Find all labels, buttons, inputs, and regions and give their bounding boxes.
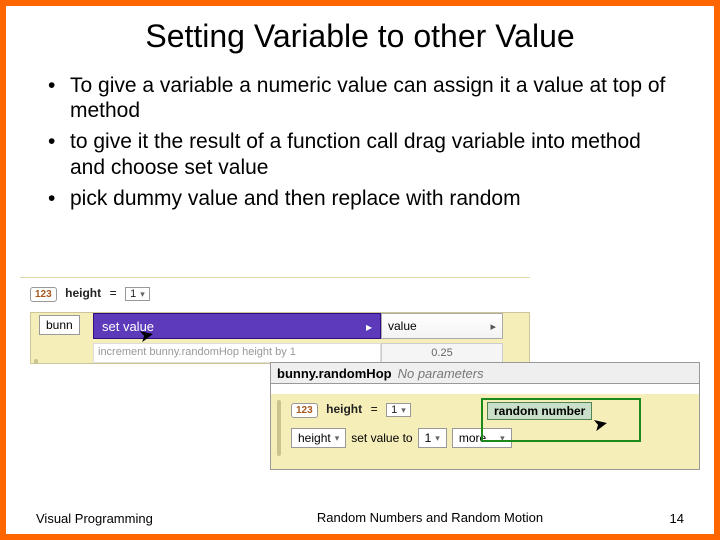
equals-sign: = — [371, 402, 378, 416]
header-stripe — [270, 384, 700, 394]
bunny-tile-partial[interactable]: bunn — [39, 315, 80, 335]
variable-name: height — [326, 402, 362, 416]
bullet-item: to give it the result of a function call… — [42, 129, 678, 179]
variable-name: height — [65, 286, 101, 300]
set-value-row: height▾ set value to 1▾ more...▾ — [291, 428, 512, 448]
chevron-down-icon: ▾ — [435, 433, 440, 444]
chevron-down-icon: ▾ — [401, 405, 406, 416]
screenshots-area: 123 height = 1▾ bunn set value ▸ ➤ value… — [20, 266, 700, 476]
footer-left: Visual Programming — [36, 511, 236, 526]
slide-title: Setting Variable to other Value — [6, 18, 714, 55]
number-option[interactable]: 0.25 — [381, 343, 503, 363]
variable-declaration-row: 123 height = 1▾ — [291, 400, 411, 418]
context-menu-set-value[interactable]: set value ▸ — [93, 313, 381, 339]
submenu-label: value — [388, 319, 417, 333]
method-name: bunny.randomHop — [277, 366, 392, 381]
chevron-down-icon: ▾ — [335, 433, 340, 444]
block-bar — [277, 400, 281, 456]
menu-item-label: set value — [102, 319, 154, 334]
method-body: bunn set value ▸ ➤ value ▸ increment bun… — [30, 312, 530, 364]
chevron-down-icon: ▾ — [140, 289, 145, 300]
height-tile[interactable]: height▾ — [291, 428, 346, 448]
slide-footer: Visual Programming Random Numbers and Ra… — [6, 511, 714, 526]
submenu-arrow-icon: ▸ — [366, 320, 372, 334]
variable-declaration-row: 123 height = 1▾ — [30, 284, 150, 306]
footer-center: Random Numbers and Random Motion — [236, 511, 624, 526]
method-body: 123 height = 1▾ height▾ set value to 1▾ … — [270, 394, 700, 470]
slide-frame: Setting Variable to other Value To give … — [0, 0, 720, 540]
bullet-list: To give a variable a numeric value can a… — [42, 73, 678, 211]
page-number: 14 — [624, 511, 684, 526]
bullet-item: pick dummy value and then replace with r… — [42, 186, 678, 211]
random-number-tile[interactable]: random number — [487, 402, 592, 420]
method-header: bunny.randomHop No parameters — [270, 362, 700, 384]
value-dropdown[interactable]: 1▾ — [125, 287, 150, 301]
hidden-row: increment bunny.randomHop height by 1 — [93, 343, 381, 363]
editor-snippet-left: 123 height = 1▾ bunn set value ▸ ➤ value… — [20, 266, 530, 366]
block-bar — [34, 359, 38, 364]
method-params: No parameters — [398, 366, 484, 381]
set-value-text: set value to — [351, 431, 412, 445]
submenu-value[interactable]: value ▸ — [381, 313, 503, 339]
submenu-arrow-icon: ▸ — [490, 320, 496, 333]
value-one-tile[interactable]: 1▾ — [418, 428, 447, 448]
type-badge-123: 123 — [291, 403, 318, 418]
value-dropdown[interactable]: 1▾ — [386, 403, 411, 417]
editor-top-strip — [20, 266, 530, 278]
bullet-item: To give a variable a numeric value can a… — [42, 73, 678, 123]
type-badge-123: 123 — [30, 287, 57, 302]
equals-sign: = — [110, 286, 117, 300]
editor-snippet-right: bunny.randomHop No parameters 123 height… — [270, 362, 700, 470]
